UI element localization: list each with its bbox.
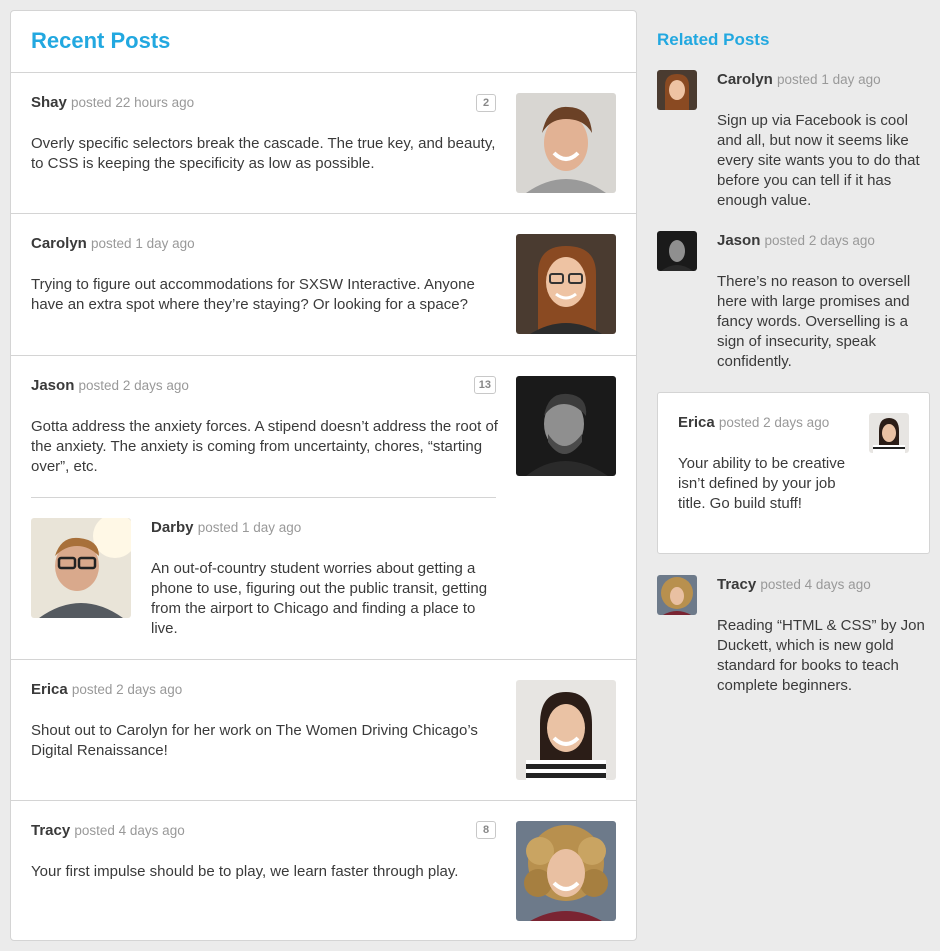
- avatar[interactable]: [516, 93, 616, 193]
- post-time: posted 4 days ago: [74, 823, 185, 838]
- post-author[interactable]: Tracy: [717, 576, 756, 593]
- post-time: posted 2 days ago: [78, 378, 189, 393]
- reply-meta: Darby posted 1 day ago: [151, 519, 301, 536]
- related-post-item[interactable]: Carolyn posted 1 day ago Sign up via Fac…: [657, 70, 940, 220]
- post-item[interactable]: Shay posted 22 hours ago 2 Overly specif…: [11, 73, 636, 214]
- recent-posts-header: Recent Posts: [11, 11, 636, 73]
- post-body: Your first impulse should be to play, we…: [31, 863, 459, 880]
- post-time: posted 22 hours ago: [71, 95, 195, 110]
- related-post-item[interactable]: Jason posted 2 days ago There’s no reaso…: [657, 231, 940, 381]
- post-meta: Tracy posted 4 days ago: [717, 576, 871, 593]
- post-item[interactable]: Carolyn posted 1 day ago Trying to figur…: [11, 214, 636, 356]
- avatar[interactable]: [657, 575, 697, 615]
- post-meta: Erica posted 2 days ago: [31, 681, 182, 698]
- post-time: posted 2 days ago: [764, 233, 875, 248]
- post-time: posted 1 day ago: [91, 236, 195, 251]
- related-post-item-highlighted[interactable]: Erica posted 2 days ago Your ability to …: [657, 392, 930, 554]
- recent-posts-panel: Recent Posts Shay posted 22 hours ago 2 …: [10, 10, 637, 941]
- post-meta: Jason posted 2 days ago: [31, 377, 189, 394]
- post-author[interactable]: Erica: [31, 681, 68, 698]
- avatar[interactable]: [31, 518, 131, 618]
- post-author[interactable]: Erica: [678, 414, 715, 431]
- avatar[interactable]: [516, 680, 616, 780]
- post-meta: Shay posted 22 hours ago: [31, 94, 194, 111]
- post-author[interactable]: Jason: [31, 377, 74, 394]
- post-item[interactable]: Jason posted 2 days ago 13 Gotta address…: [11, 356, 636, 660]
- reply-time: posted 1 day ago: [197, 520, 302, 535]
- post-author[interactable]: Jason: [717, 232, 760, 249]
- post-body: Overly specific selectors break the casc…: [31, 135, 496, 172]
- avatar[interactable]: [516, 821, 616, 921]
- comment-count-badge[interactable]: 13: [473, 376, 496, 394]
- post-meta: Carolyn posted 1 day ago: [31, 235, 195, 252]
- post-item[interactable]: Erica posted 2 days ago Shout out to Car…: [11, 660, 636, 801]
- avatar[interactable]: [869, 413, 909, 453]
- related-posts-sidebar: Related Posts Carolyn posted 1 day ago S…: [647, 0, 940, 951]
- post-body: Trying to figure out accommodations for …: [31, 276, 475, 313]
- post-author[interactable]: Tracy: [31, 822, 70, 839]
- comment-count-badge[interactable]: 8: [476, 821, 496, 839]
- post-body: Sign up via Facebook is cool and all, bu…: [717, 112, 920, 209]
- post-body: Gotta address the anxiety forces. A stip…: [31, 418, 498, 475]
- post-time: posted 2 days ago: [71, 682, 183, 697]
- post-time: posted 2 days ago: [718, 415, 830, 430]
- avatar[interactable]: [657, 70, 697, 110]
- reply-author[interactable]: Darby: [151, 519, 194, 536]
- avatar[interactable]: [657, 231, 697, 271]
- post-author[interactable]: Carolyn: [31, 235, 87, 252]
- page-title: Recent Posts: [31, 28, 171, 53]
- post-body: Shout out to Carolyn for her work on The…: [31, 722, 478, 759]
- post-meta: Carolyn posted 1 day ago: [717, 71, 881, 88]
- post-body: There’s no reason to oversell here with …: [717, 273, 911, 370]
- post-item[interactable]: Tracy posted 4 days ago 8 Your first imp…: [11, 801, 636, 941]
- avatar[interactable]: [516, 234, 616, 334]
- post-body: Reading “HTML & CSS” by Jon Duckett, whi…: [717, 617, 925, 694]
- related-post-item[interactable]: Tracy posted 4 days ago Reading “HTML & …: [657, 575, 940, 705]
- post-author[interactable]: Carolyn: [717, 71, 773, 88]
- reply-body: An out-of-country student worries about …: [151, 560, 488, 637]
- comment-count-badge[interactable]: 2: [476, 94, 496, 112]
- post-meta: Tracy posted 4 days ago: [31, 822, 185, 839]
- post-time: posted 1 day ago: [777, 72, 881, 87]
- post-time: posted 4 days ago: [760, 577, 871, 592]
- avatar[interactable]: [516, 376, 616, 476]
- reply-divider: [31, 497, 496, 498]
- post-meta: Jason posted 2 days ago: [717, 232, 875, 249]
- post-meta: Erica posted 2 days ago: [678, 414, 829, 431]
- sidebar-title: Related Posts: [657, 30, 770, 49]
- post-body: Your ability to be creative isn’t define…: [678, 455, 846, 512]
- post-author[interactable]: Shay: [31, 94, 67, 111]
